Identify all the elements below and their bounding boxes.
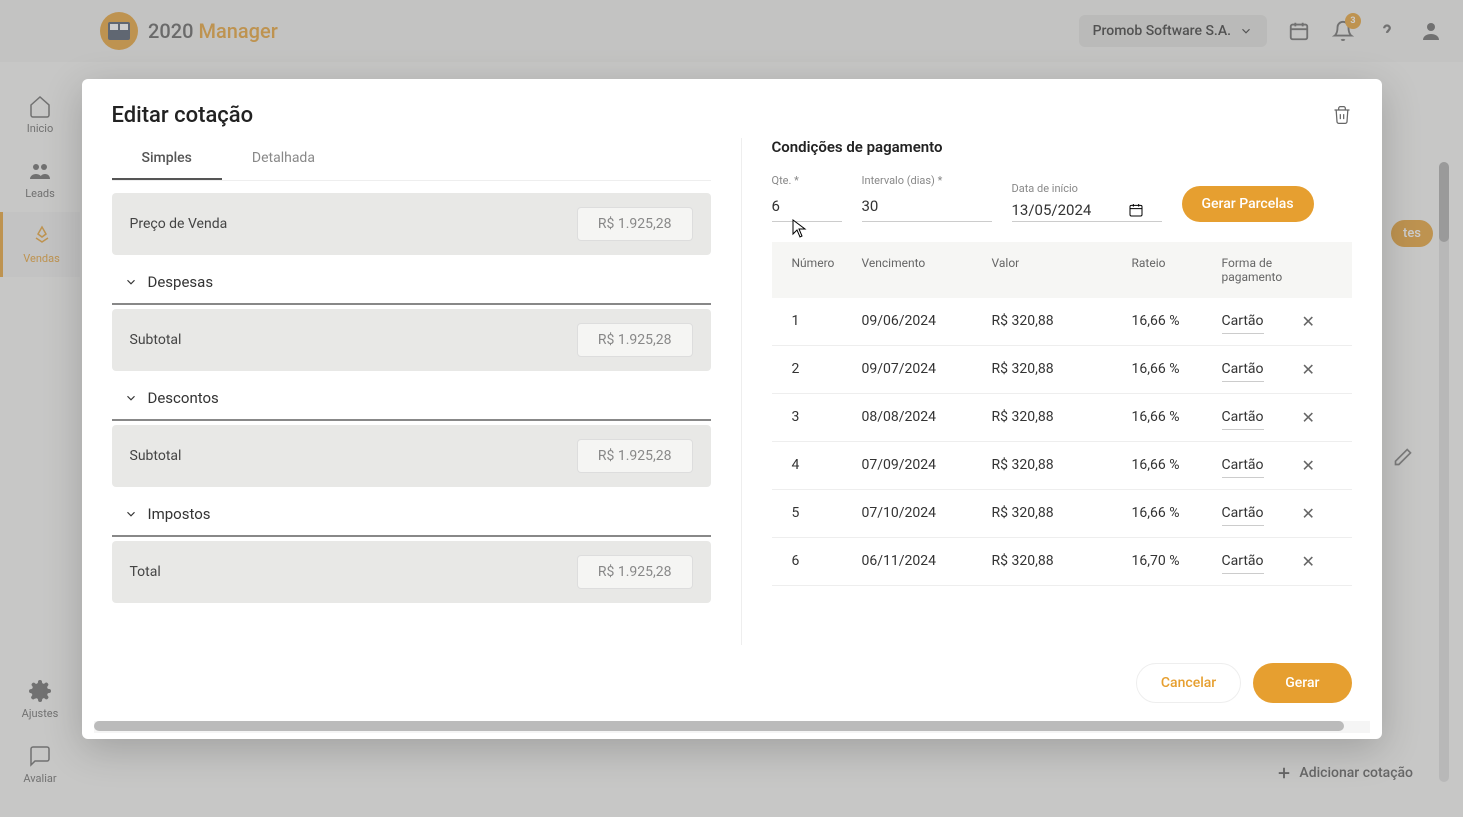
col-header-value: Valor <box>992 256 1132 284</box>
taxes-label: Impostos <box>148 505 211 523</box>
col-header-payment: Forma de pagamento <box>1222 256 1302 284</box>
total-value: R$ 1.925,28 <box>577 555 693 589</box>
start-date-input[interactable] <box>1012 201 1122 219</box>
payment-method-select[interactable]: Cartão <box>1222 501 1264 526</box>
cell-number: 1 <box>792 313 862 329</box>
chevron-down-icon <box>124 507 138 521</box>
discounts-section-header[interactable]: Descontos <box>112 373 711 421</box>
cell-value: R$ 320,88 <box>992 409 1132 425</box>
generate-button[interactable]: Gerar <box>1253 663 1351 703</box>
total-row: Total R$ 1.925,28 <box>112 541 711 603</box>
subtotal-value: R$ 1.925,28 <box>577 323 693 357</box>
qty-input[interactable] <box>772 191 842 222</box>
interval-label: Intervalo (dias) * <box>862 174 992 187</box>
table-row: 4 07/09/2024 R$ 320,88 16,66 % Cartão ✕ <box>772 442 1352 490</box>
payment-method-select[interactable]: Cartão <box>1222 357 1264 382</box>
taxes-section-header[interactable]: Impostos <box>112 489 711 537</box>
delete-quote-button[interactable] <box>1332 105 1352 125</box>
interval-input[interactable] <box>862 191 992 222</box>
right-panel: Condições de pagamento Qte. * Intervalo … <box>742 138 1382 645</box>
modal-footer: Cancelar Gerar <box>82 645 1382 721</box>
cell-due-date: 09/06/2024 <box>862 313 992 329</box>
installments-table: Número Vencimento Valor Rateio Forma de … <box>772 242 1352 586</box>
subtotal-row: Subtotal R$ 1.925,28 <box>112 309 711 371</box>
calendar-icon[interactable] <box>1128 202 1144 218</box>
date-input-group: Data de início <box>1012 182 1162 222</box>
qty-label: Qte. * <box>772 174 842 187</box>
cell-value: R$ 320,88 <box>992 313 1132 329</box>
tab-simples[interactable]: Simples <box>112 138 222 180</box>
cell-due-date: 07/09/2024 <box>862 457 992 473</box>
generate-installments-button[interactable]: Gerar Parcelas <box>1182 186 1314 222</box>
col-header-number: Número <box>792 256 862 284</box>
cell-value: R$ 320,88 <box>992 505 1132 521</box>
tabs: Simples Detalhada <box>112 138 711 181</box>
modal-overlay: Editar cotação Simples Detalhada Preço d… <box>0 0 1463 817</box>
table-row: 3 08/08/2024 R$ 320,88 16,66 % Cartão ✕ <box>772 394 1352 442</box>
subtotal-value: R$ 1.925,28 <box>577 439 693 473</box>
cell-value: R$ 320,88 <box>992 457 1132 473</box>
modal-title: Editar cotação <box>112 103 254 128</box>
table-row: 6 06/11/2024 R$ 320,88 16,70 % Cartão ✕ <box>772 538 1352 586</box>
cell-rate: 16,66 % <box>1132 361 1222 377</box>
cell-due-date: 09/07/2024 <box>862 361 992 377</box>
modal-horizontal-scrollbar[interactable] <box>94 721 1370 733</box>
col-header-rate: Rateio <box>1132 256 1222 284</box>
cell-due-date: 06/11/2024 <box>862 553 992 569</box>
cursor-icon <box>792 219 808 243</box>
delete-row-button[interactable]: ✕ <box>1302 408 1315 427</box>
date-label: Data de início <box>1012 182 1162 195</box>
table-row: 5 07/10/2024 R$ 320,88 16,66 % Cartão ✕ <box>772 490 1352 538</box>
delete-row-button[interactable]: ✕ <box>1302 456 1315 475</box>
cell-number: 5 <box>792 505 862 521</box>
table-header: Número Vencimento Valor Rateio Forma de … <box>772 242 1352 298</box>
modal-header: Editar cotação <box>82 79 1382 138</box>
subtotal-row-2: Subtotal R$ 1.925,28 <box>112 425 711 487</box>
payment-method-select[interactable]: Cartão <box>1222 549 1264 574</box>
price-value: R$ 1.925,28 <box>577 207 693 241</box>
col-header-due-date: Vencimento <box>862 256 992 284</box>
chevron-down-icon <box>124 391 138 405</box>
expenses-label: Despesas <box>148 273 214 291</box>
cell-due-date: 07/10/2024 <box>862 505 992 521</box>
qty-input-group: Qte. * <box>772 174 842 222</box>
price-label: Preço de Venda <box>130 216 228 232</box>
chevron-down-icon <box>124 275 138 289</box>
cancel-button[interactable]: Cancelar <box>1136 663 1241 703</box>
table-row: 2 09/07/2024 R$ 320,88 16,66 % Cartão ✕ <box>772 346 1352 394</box>
delete-row-button[interactable]: ✕ <box>1302 504 1315 523</box>
delete-row-button[interactable]: ✕ <box>1302 552 1315 571</box>
cell-number: 6 <box>792 553 862 569</box>
cell-due-date: 08/08/2024 <box>862 409 992 425</box>
cell-number: 2 <box>792 361 862 377</box>
cell-rate: 16,66 % <box>1132 409 1222 425</box>
trash-icon <box>1332 105 1352 125</box>
cell-value: R$ 320,88 <box>992 361 1132 377</box>
delete-row-button[interactable]: ✕ <box>1302 360 1315 379</box>
total-label: Total <box>130 564 161 580</box>
cell-rate: 16,70 % <box>1132 553 1222 569</box>
cell-rate: 16,66 % <box>1132 505 1222 521</box>
cell-rate: 16,66 % <box>1132 457 1222 473</box>
cell-number: 4 <box>792 457 862 473</box>
cell-number: 3 <box>792 409 862 425</box>
edit-quote-modal: Editar cotação Simples Detalhada Preço d… <box>82 79 1382 739</box>
payment-method-select[interactable]: Cartão <box>1222 405 1264 430</box>
subtotal-label: Subtotal <box>130 448 182 464</box>
cell-value: R$ 320,88 <box>992 553 1132 569</box>
table-row: 1 09/06/2024 R$ 320,88 16,66 % Cartão ✕ <box>772 298 1352 346</box>
discounts-label: Descontos <box>148 389 219 407</box>
payment-conditions-title: Condições de pagamento <box>772 138 1352 156</box>
price-row: Preço de Venda R$ 1.925,28 <box>112 193 711 255</box>
cell-rate: 16,66 % <box>1132 313 1222 329</box>
tab-detalhada[interactable]: Detalhada <box>222 138 345 180</box>
subtotal-label: Subtotal <box>130 332 182 348</box>
expenses-section-header[interactable]: Despesas <box>112 257 711 305</box>
delete-row-button[interactable]: ✕ <box>1302 312 1315 331</box>
payment-method-select[interactable]: Cartão <box>1222 453 1264 478</box>
payment-method-select[interactable]: Cartão <box>1222 309 1264 334</box>
interval-input-group: Intervalo (dias) * <box>862 174 992 222</box>
left-panel: Simples Detalhada Preço de Venda R$ 1.92… <box>82 138 742 645</box>
